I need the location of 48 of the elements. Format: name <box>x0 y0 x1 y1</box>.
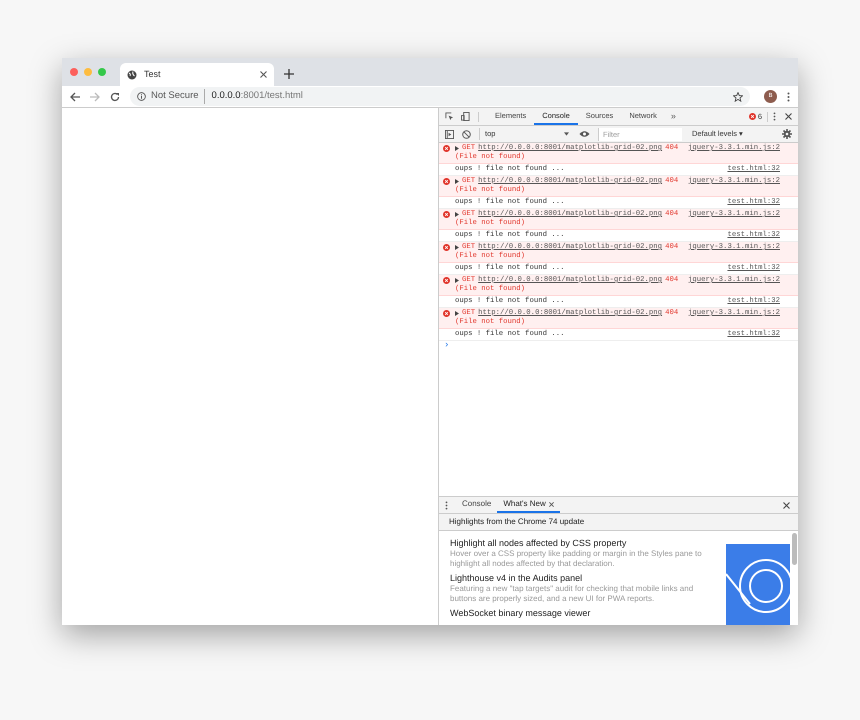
drawer-heading: Highlights from the Chrome 74 update <box>449 516 584 528</box>
caret-icon <box>564 132 569 136</box>
error-icon <box>443 310 450 317</box>
tab-title: Test <box>144 68 162 81</box>
star-icon[interactable] <box>733 92 743 102</box>
expand-triangle-icon[interactable] <box>455 311 459 316</box>
close-icon[interactable] <box>548 502 554 506</box>
error-icon <box>443 277 450 284</box>
drawer-tab[interactable]: Console <box>456 497 498 513</box>
globe-icon <box>127 70 137 80</box>
security-label: Not Secure <box>151 89 205 104</box>
kebab-menu-icon[interactable] <box>773 112 776 121</box>
error-icon <box>443 145 450 152</box>
more-tabs-button[interactable]: » <box>670 110 676 124</box>
new-tab-icon[interactable] <box>284 69 294 79</box>
error-icon <box>748 113 756 120</box>
feature-title[interactable]: WebSocket binary message viewer <box>450 608 706 619</box>
error-icon <box>443 244 450 251</box>
back-arrow-icon[interactable] <box>70 92 80 102</box>
sidebar-toggle-icon[interactable] <box>445 130 454 138</box>
close-icon[interactable] <box>785 113 792 120</box>
feature-title[interactable]: Highlight all nodes affected by CSS property <box>450 538 706 549</box>
settings-icon[interactable] <box>782 129 792 139</box>
feature-description: Featuring a new "tap targets" audit for checking that mobile links and buttons are properly sized, and a new UI for PWA reports. <box>450 584 694 604</box>
close-icon[interactable] <box>783 502 790 508</box>
info-icon <box>137 92 146 101</box>
expand-triangle-icon[interactable] <box>455 146 459 151</box>
close-icon[interactable] <box>260 71 267 78</box>
feature-description: Hover over a CSS property like padding or margin in the Styles pane to highlight all nodes affected by that declaration. <box>450 549 703 569</box>
reload-icon[interactable] <box>110 92 120 102</box>
eye-icon[interactable] <box>579 130 590 138</box>
expand-triangle-icon[interactable] <box>455 245 459 250</box>
error-icon <box>443 211 450 218</box>
url-text: 0.0.0.0:8001/test.html <box>212 89 303 104</box>
kebab-menu-icon[interactable] <box>445 500 448 510</box>
scrollbar[interactable] <box>792 533 797 565</box>
address-bar[interactable]: Not Secure 0.0.0.0:8001/test.html <box>130 87 750 106</box>
inspect-icon[interactable] <box>445 112 454 121</box>
error-icon <box>443 178 450 185</box>
expand-triangle-icon[interactable] <box>455 179 459 184</box>
device-icon[interactable] <box>461 112 470 121</box>
menu-icon[interactable] <box>787 92 790 102</box>
console-prompt[interactable]: › <box>444 340 450 350</box>
browser-tab[interactable]: Test <box>120 63 274 86</box>
expand-triangle-icon[interactable] <box>455 278 459 283</box>
expand-triangle-icon[interactable] <box>455 212 459 217</box>
clear-console-icon[interactable] <box>462 130 471 138</box>
feature-title[interactable]: Lighthouse v4 in the Audits panel <box>450 573 706 584</box>
